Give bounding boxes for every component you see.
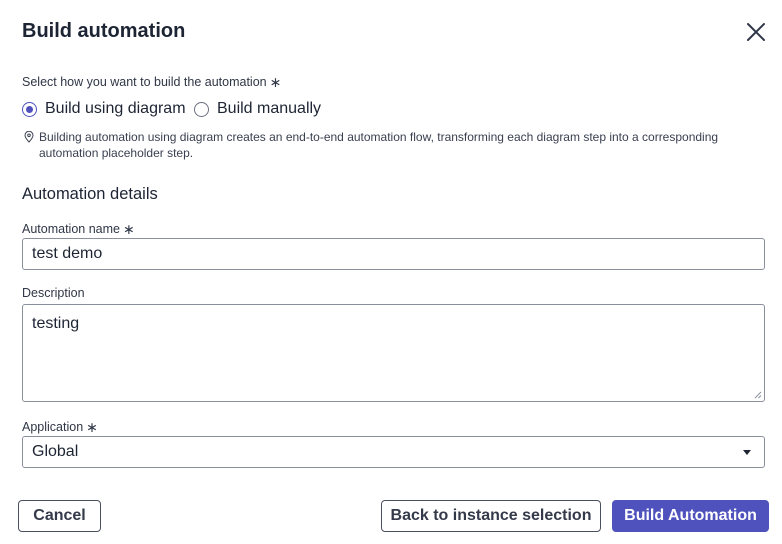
radio-button-unchecked[interactable]: [194, 101, 209, 117]
required-marker: ∗: [86, 419, 98, 435]
automation-name-value[interactable]: test demo: [32, 245, 102, 262]
application-label-text: Application: [22, 420, 84, 434]
radio-button-checked[interactable]: [22, 101, 37, 117]
cancel-button[interactable]: Cancel: [18, 500, 101, 532]
description-label: Description: [22, 286, 85, 300]
dialog-title: Build automation: [22, 20, 186, 42]
application-select[interactable]: Global: [22, 436, 765, 468]
chevron-down-icon[interactable]: [743, 450, 751, 455]
automation-name-label: Automation name ∗: [22, 220, 135, 237]
build-method-label: Select how you want to build the automat…: [22, 73, 281, 90]
application-value[interactable]: Global: [32, 443, 78, 460]
build-method-label-text: Select how you want to build the automat…: [22, 75, 267, 89]
build-automation-button[interactable]: Build Automation: [612, 500, 769, 532]
radio-build-using-diagram[interactable]: Build using diagram: [22, 98, 186, 120]
back-to-instance-selection-button[interactable]: Back to instance selection: [381, 500, 601, 532]
automation-name-input[interactable]: test demo: [22, 238, 765, 270]
info-message: Building automation using diagram create…: [22, 129, 778, 161]
description-textarea[interactable]: testing: [22, 304, 765, 402]
resize-grip-icon[interactable]: [754, 391, 762, 399]
location-pin-icon: [24, 131, 34, 143]
build-automation-dialog: Build automation Select how you want to …: [0, 0, 782, 544]
required-marker: ∗: [269, 74, 282, 90]
info-text: Building automation using diagram create…: [39, 130, 719, 160]
automation-name-label-text: Automation name: [22, 222, 120, 236]
section-title-automation-details: Automation details: [22, 185, 158, 203]
application-label: Application ∗: [22, 418, 98, 435]
radio-label[interactable]: Build manually: [217, 100, 321, 118]
radio-label[interactable]: Build using diagram: [45, 100, 186, 118]
close-icon[interactable]: [745, 21, 767, 43]
required-marker: ∗: [122, 221, 135, 237]
description-value[interactable]: testing: [32, 315, 79, 332]
radio-build-manually[interactable]: Build manually: [194, 98, 321, 120]
